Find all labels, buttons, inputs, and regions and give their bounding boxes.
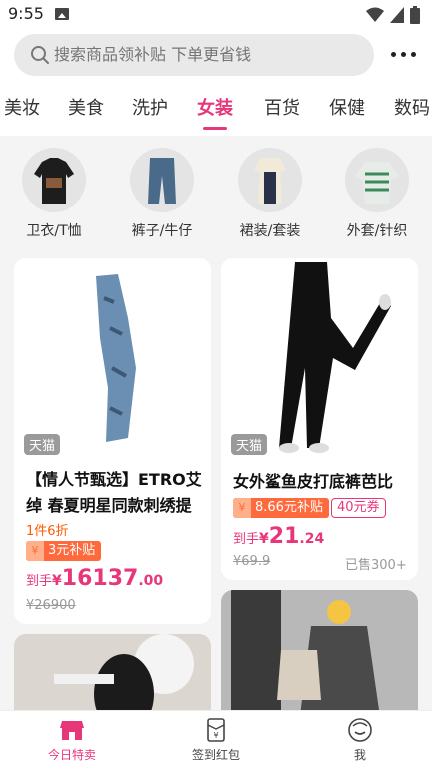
category-tabs: 美妆 美食 洗护 女装 百货 保健 数码: [0, 82, 432, 136]
tab-digital[interactable]: 数码: [394, 94, 430, 120]
product-card[interactable]: 天猫 女外鲨鱼皮打底裤芭比 8.66元补贴 40元券 到手¥21.24 ¥69.…: [221, 258, 418, 580]
red-packet-icon: ¥: [203, 717, 229, 743]
tab-personal-care[interactable]: 洗护: [132, 94, 168, 120]
subcat-hoodies-tshirts[interactable]: 卫衣/T恤: [9, 148, 99, 240]
nav-label: 今日特卖: [47, 748, 96, 762]
subcategory-row: 卫衣/T恤 裤子/牛仔 裙装/套装 外套/针织: [0, 136, 432, 246]
jeans-image: [130, 148, 194, 212]
price-integer: 21: [268, 524, 300, 549]
nav-label: 签到红包: [191, 748, 240, 762]
bottom-navigation: 今日特卖 ¥ 签到红包 我: [0, 710, 432, 768]
price-currency: ¥: [52, 573, 62, 589]
active-tab-indicator: [203, 127, 227, 130]
subcat-pants-denim[interactable]: 裤子/牛仔: [117, 148, 207, 240]
product-title-line2: 绰 春夏明星同款刺绣提: [26, 496, 192, 515]
price-decimal: .24: [299, 531, 325, 547]
nav-checkin-red-packet[interactable]: ¥ 签到红包: [144, 717, 288, 763]
product-image: [14, 258, 211, 458]
original-price: ¥69.9: [233, 554, 271, 569]
search-row: [0, 30, 432, 82]
final-price: 到手¥16137.00: [26, 566, 163, 591]
nav-today-sale[interactable]: 今日特卖: [0, 717, 144, 763]
battery-icon: [410, 6, 420, 24]
more-menu-button[interactable]: [388, 42, 418, 66]
search-input[interactable]: [54, 34, 354, 76]
subsidy-badge: 8.66元补贴: [233, 498, 329, 518]
gallery-notification-icon: [55, 8, 69, 20]
status-indicators: [366, 6, 420, 24]
price-prefix: 到手: [26, 574, 53, 589]
subcat-label: 裙装/套装: [239, 223, 301, 239]
product-card[interactable]: 天猫 【情人节甄选】ETRO艾 绰 春夏明星同款刺绣提 1件6折 3元补贴 到手…: [14, 258, 211, 624]
subcat-dresses-sets[interactable]: 裙装/套装: [225, 148, 315, 240]
svg-text:¥: ¥: [213, 731, 218, 740]
product-title-line1: 女外鲨鱼皮打底裤芭比: [233, 472, 394, 491]
product-image: [221, 590, 418, 724]
subcat-label: 卫衣/T恤: [26, 223, 82, 239]
nav-profile[interactable]: 我: [288, 717, 432, 763]
status-bar: 9:55: [0, 0, 432, 30]
subcat-label: 裤子/牛仔: [131, 223, 193, 239]
subcat-label: 外套/针织: [346, 223, 408, 239]
tab-food[interactable]: 美食: [68, 94, 104, 120]
subsidy-badge: 3元补贴: [26, 541, 102, 561]
profile-icon: [347, 717, 373, 743]
tab-makeup[interactable]: 美妆: [4, 94, 40, 120]
subcat-coats-knit[interactable]: 外套/针织: [332, 148, 422, 240]
search-bar[interactable]: [14, 34, 374, 76]
nav-label: 我: [353, 748, 366, 762]
final-price: 到手¥21.24: [233, 524, 324, 549]
tab-general-goods[interactable]: 百货: [264, 94, 300, 120]
price-currency: ¥: [259, 531, 269, 547]
price-integer: 16137: [61, 566, 139, 591]
signal-icon: [390, 7, 404, 23]
price-decimal: .00: [138, 573, 164, 589]
product-card[interactable]: [221, 590, 418, 724]
discount-text: 1件6折: [26, 524, 69, 539]
shop-icon: [59, 717, 85, 743]
dress-image: [238, 148, 302, 212]
knitwear-image: [345, 148, 409, 212]
product-title-line1: 【情人节甄选】ETRO艾: [26, 470, 202, 489]
tmall-tag: 天猫: [231, 434, 268, 455]
search-icon: [31, 46, 49, 64]
wifi-icon: [366, 7, 384, 22]
tab-womens-clothing[interactable]: 女装: [197, 94, 233, 120]
hoodie-image: [22, 148, 86, 212]
coupon-badge: 40元券: [331, 498, 386, 518]
original-price: ¥26900: [26, 598, 76, 613]
tab-health[interactable]: 保健: [329, 94, 365, 120]
tmall-tag: 天猫: [24, 434, 61, 455]
product-image: [221, 258, 418, 458]
price-prefix: 到手: [233, 532, 260, 547]
status-time: 9:55: [8, 4, 44, 23]
sold-count: 已售300+: [345, 558, 407, 573]
